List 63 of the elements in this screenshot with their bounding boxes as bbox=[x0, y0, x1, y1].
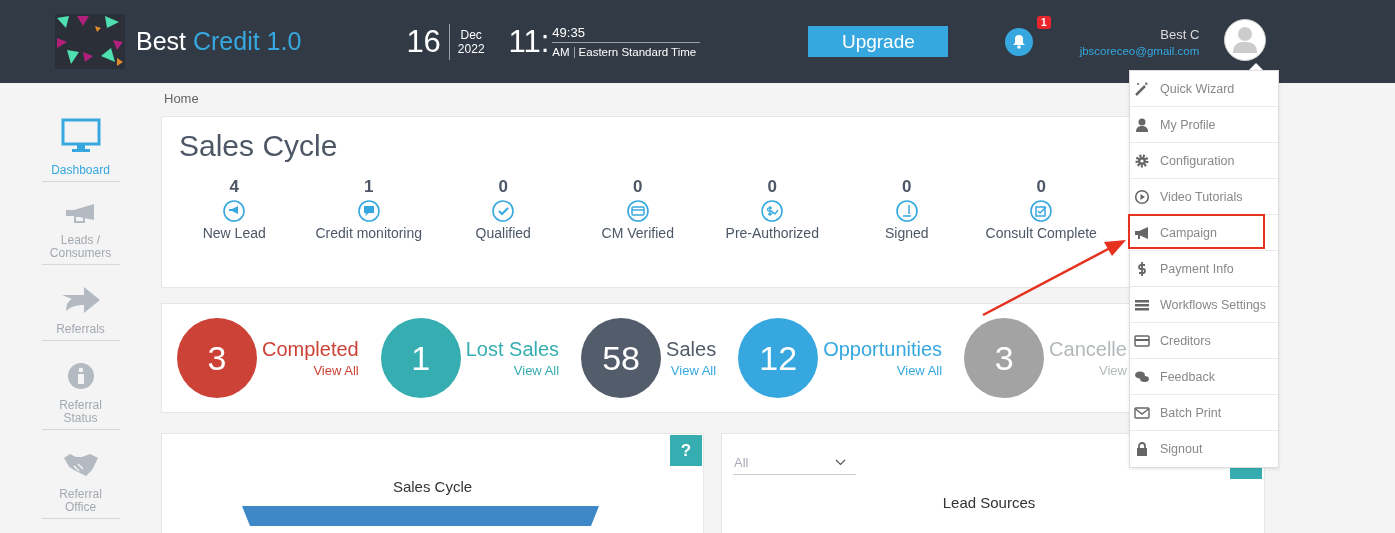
upgrade-button[interactable]: Upgrade bbox=[808, 26, 949, 57]
stage-label: Credit monitoring bbox=[315, 225, 423, 241]
stage-label: Pre-Authorized bbox=[725, 225, 819, 241]
app-title: Best Credit 1.0 bbox=[136, 27, 302, 56]
notification-badge: 1 bbox=[1037, 16, 1051, 29]
date-day: 16 bbox=[406, 23, 441, 60]
stat-label: Completed bbox=[262, 338, 359, 361]
menu-item[interactable]: Payment Info bbox=[1130, 251, 1278, 287]
menu-item[interactable]: Workflows Settings bbox=[1130, 287, 1278, 323]
view-all-link[interactable]: View All bbox=[896, 363, 943, 378]
menu-item[interactable]: Campaign bbox=[1130, 215, 1278, 251]
stage-count: 0 bbox=[1036, 177, 1046, 197]
timezone-label: Eastern Standard Time bbox=[578, 46, 697, 58]
stage-label: Qualified bbox=[475, 225, 531, 241]
view-all-link[interactable]: View All bbox=[670, 363, 717, 378]
clock-meridiem: AM bbox=[552, 46, 570, 58]
stage-count: 0 bbox=[498, 177, 508, 197]
stage-count: 0 bbox=[767, 177, 777, 197]
date-year: 2022 bbox=[457, 41, 485, 56]
menu-item[interactable]: Feedback bbox=[1130, 359, 1278, 395]
stat-circle: 58 bbox=[581, 318, 662, 398]
stage-label: New Lead bbox=[202, 225, 266, 241]
view-all-link[interactable]: View All bbox=[513, 363, 560, 378]
stat-label: Lost Sales bbox=[465, 338, 560, 361]
stage-count: 0 bbox=[902, 177, 912, 197]
menu-item[interactable]: Quick Wizard bbox=[1130, 71, 1278, 107]
sidebar-item[interactable]: Referral Status bbox=[41, 363, 120, 430]
stage-label: Consult Complete bbox=[985, 225, 1097, 241]
menu-item[interactable]: Configuration bbox=[1130, 143, 1278, 179]
stage-label: CM Verified bbox=[601, 225, 674, 241]
stat-circle: 3 bbox=[964, 318, 1045, 398]
stat-label: Opportunities bbox=[823, 338, 943, 361]
menu-item[interactable]: Creditors bbox=[1130, 323, 1278, 359]
panel-title: Lead Sources bbox=[941, 494, 1037, 511]
stage-count: 0 bbox=[633, 177, 643, 197]
stage-label: Signed bbox=[884, 225, 929, 241]
user-email[interactable]: jbscoreceo@gmail.com bbox=[1079, 44, 1200, 57]
menu-item[interactable]: Batch Print bbox=[1130, 395, 1278, 431]
stat-circle: 3 bbox=[177, 318, 257, 398]
menu-item[interactable]: My Profile bbox=[1130, 107, 1278, 143]
stat-circle: 12 bbox=[738, 318, 819, 398]
view-all-link[interactable]: View All bbox=[313, 363, 359, 378]
clock-hour: 11: bbox=[508, 23, 550, 60]
sidebar-item[interactable]: Dashboard bbox=[41, 118, 120, 182]
menu-item[interactable]: Video Tutorials bbox=[1130, 179, 1278, 215]
stage-count: 4 bbox=[229, 177, 239, 197]
menu-item[interactable]: Signout bbox=[1130, 431, 1278, 467]
user-name: Best C bbox=[1160, 26, 1200, 42]
sidebar-item[interactable]: Leads / Consumers bbox=[41, 204, 120, 265]
sidebar-item[interactable]: Referral Office bbox=[41, 452, 120, 519]
panel-title: Sales Cycle bbox=[391, 478, 474, 495]
stat-circle: 1 bbox=[380, 318, 461, 398]
filter-dropdown[interactable]: All bbox=[733, 450, 856, 475]
stage-count: 1 bbox=[364, 177, 374, 197]
stat-label: Sales bbox=[666, 338, 717, 361]
view-all-link[interactable]: View bbox=[1099, 363, 1127, 378]
help-button[interactable]: ? bbox=[670, 435, 702, 466]
breadcrumb[interactable]: Home bbox=[164, 91, 199, 106]
date-month: Dec bbox=[460, 27, 482, 42]
stat-label: Cancelle bbox=[1049, 338, 1127, 361]
sidebar-item[interactable]: Referrals bbox=[41, 287, 120, 341]
card-title: Sales Cycle bbox=[179, 129, 338, 163]
clock-minutes: 49:35 bbox=[552, 25, 701, 43]
